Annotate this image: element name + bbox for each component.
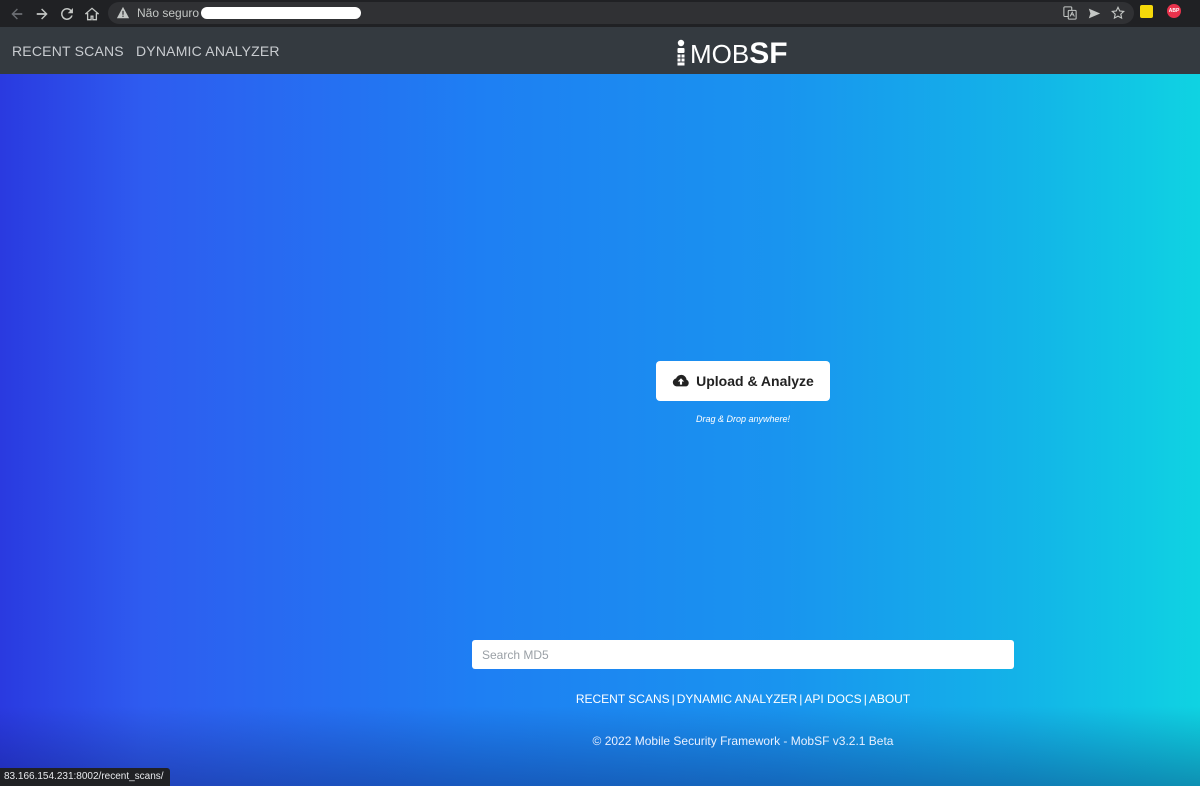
cloud-upload-icon [672, 372, 690, 390]
mobsf-logo[interactable]: MOB SF [676, 36, 788, 70]
logo-text-sf: SF [749, 37, 788, 70]
upload-analyze-button[interactable]: Upload & Analyze [656, 361, 830, 401]
copyright-text: © 2022 Mobile Security Framework - MobSF… [592, 734, 894, 748]
warning-icon [116, 6, 130, 20]
arrow-left-icon[interactable] [6, 3, 28, 25]
footer-link-api-docs[interactable]: API DOCS [804, 692, 861, 706]
translate-icon[interactable] [1062, 5, 1078, 21]
nav-recent-scans[interactable]: RECENT SCANS [12, 43, 124, 59]
address-bar[interactable]: Não seguro [108, 2, 1134, 24]
app-navbar: RECENT SCANS DYNAMIC ANALYZER [0, 27, 1200, 74]
security-label: Não seguro [137, 6, 200, 20]
send-icon[interactable] [1086, 5, 1102, 21]
footer-link-dynamic-analyzer[interactable]: DYNAMIC ANALYZER [677, 692, 797, 706]
arrow-right-icon[interactable] [31, 3, 53, 25]
status-bar-url: 83.166.154.231:8002/recent_scans/ [0, 768, 170, 786]
redacted-url [201, 7, 362, 19]
extension-icon[interactable] [1140, 4, 1153, 18]
footer-link-about[interactable]: ABOUT [869, 692, 910, 706]
reload-icon[interactable] [56, 3, 78, 25]
nav-dynamic-analyzer[interactable]: DYNAMIC ANALYZER [136, 43, 280, 59]
star-icon[interactable] [1110, 5, 1126, 21]
footer-link-recent-scans[interactable]: RECENT SCANS [576, 692, 670, 706]
extensions-area: ABP [1140, 4, 1181, 18]
logo-mark-icon [676, 38, 686, 68]
logo-text-mob: MOB [690, 39, 750, 69]
upload-label: Upload & Analyze [696, 373, 814, 389]
browser-toolbar: Não seguro ABP [0, 0, 1200, 27]
drag-drop-hint: Drag & Drop anywhere! [695, 414, 791, 424]
home-icon[interactable] [81, 3, 103, 25]
footer-links: RECENT SCANS | DYNAMIC ANALYZER | API DOCS | A… [575, 692, 911, 706]
adblock-icon[interactable]: ABP [1167, 4, 1181, 18]
main-dropzone[interactable]: Upload & Analyze Drag & Drop anywhere! R… [0, 74, 1200, 786]
search-md5-input[interactable] [472, 640, 1014, 669]
